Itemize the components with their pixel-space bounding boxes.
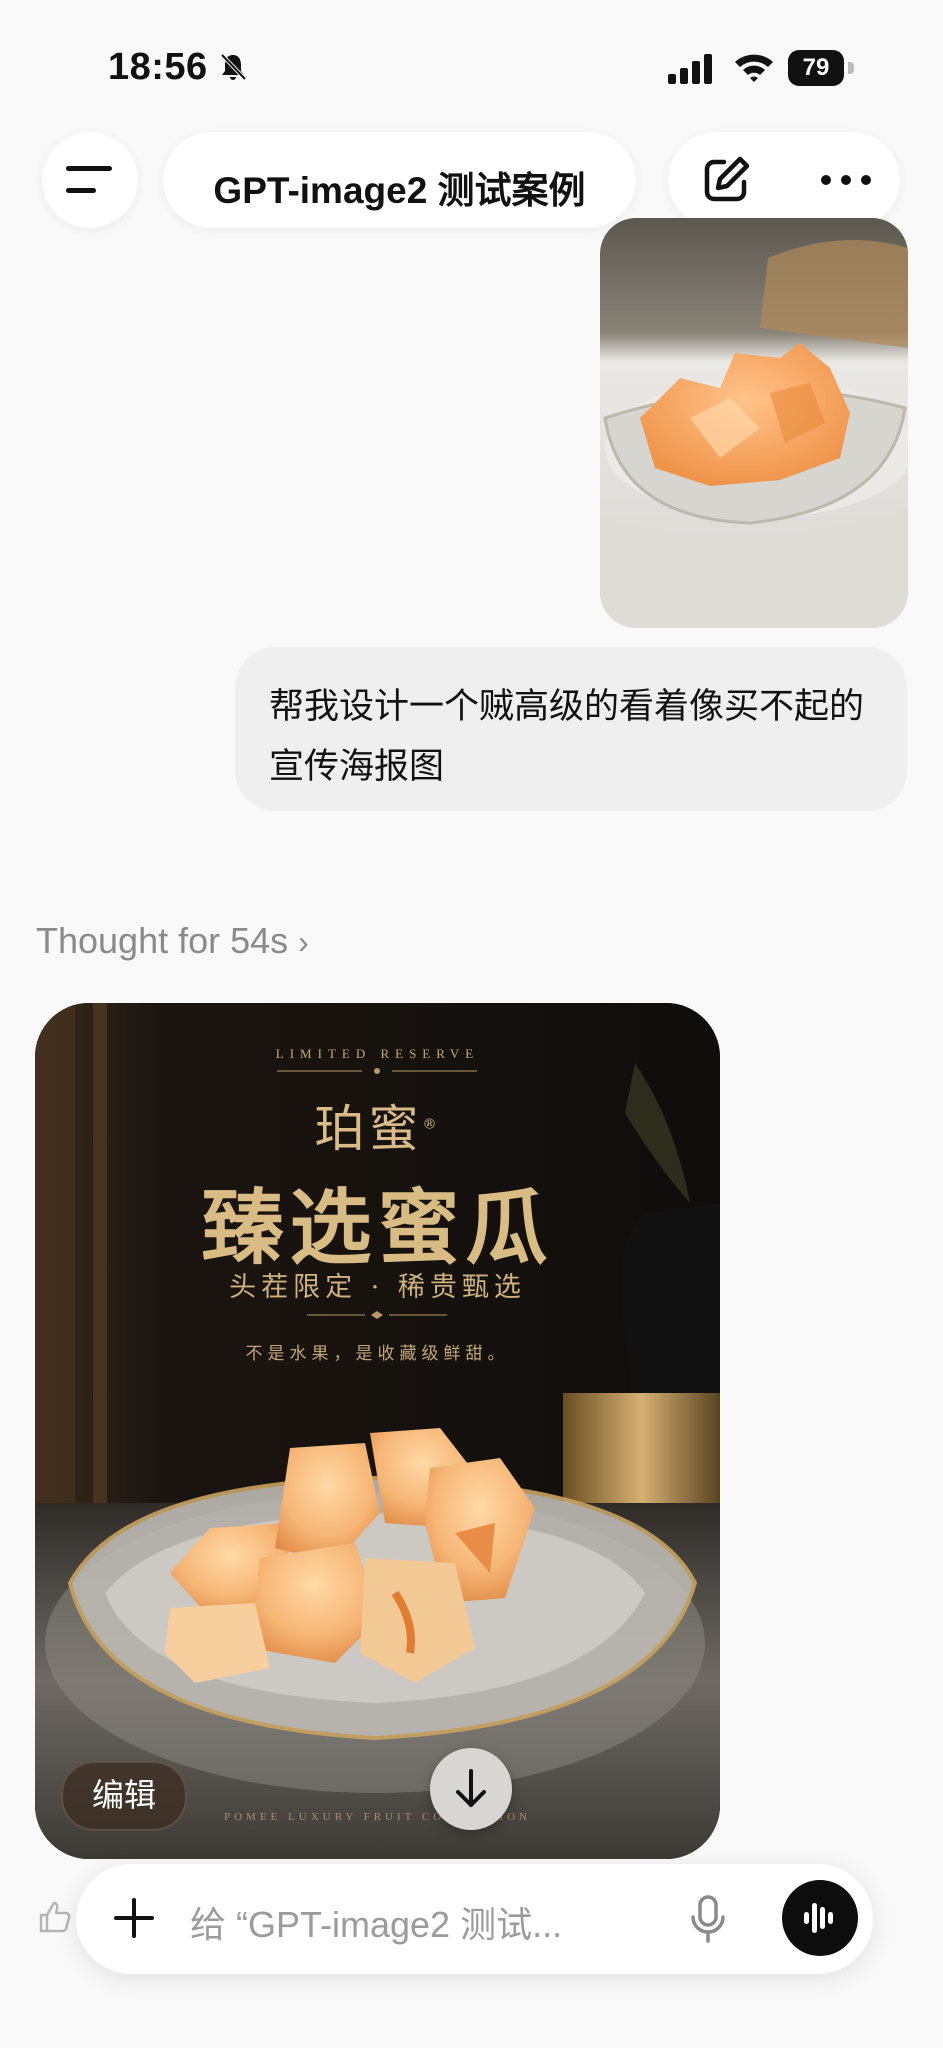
user-message-bubble: 帮我设计一个贼高级的看着像买不起的宣传海报图 xyxy=(235,647,907,811)
poster-limited-text: LIMITED RESERVE xyxy=(275,1046,480,1061)
mic-icon[interactable] xyxy=(688,1894,728,1944)
generated-poster-image[interactable]: LIMITED RESERVE 珀蜜® 臻选蜜瓜 头茬限定 · 稀贵甄选 不是水… xyxy=(35,1003,720,1859)
voice-wave-icon xyxy=(804,1903,833,1933)
thought-toggle[interactable]: Thought for 54s › xyxy=(36,920,309,962)
edit-icon[interactable] xyxy=(700,154,752,206)
battery-icon: 79 xyxy=(788,50,854,86)
bell-off-icon xyxy=(220,53,247,81)
more-icon[interactable] xyxy=(820,170,872,190)
arrow-down-icon xyxy=(456,1769,486,1807)
poster-brand: 珀蜜® xyxy=(314,1100,441,1158)
edit-image-button[interactable]: 编辑 xyxy=(61,1761,187,1831)
conversation-title-button[interactable]: GPT-image2 测试案例 xyxy=(163,132,636,228)
wifi-icon xyxy=(735,54,773,82)
thumbs-up-icon[interactable] xyxy=(38,1900,72,1934)
user-uploaded-image[interactable] xyxy=(600,218,908,628)
composer-placeholder[interactable]: 给 “GPT-image2 测试... xyxy=(190,1896,562,1948)
thought-label: Thought for 54s xyxy=(36,920,289,961)
poster-ornament-mid xyxy=(307,1311,447,1319)
status-time: 18:56 xyxy=(108,46,208,88)
user-message-text: 帮我设计一个贼高级的看着像买不起的宣传海报图 xyxy=(269,687,865,786)
status-bar: 18:56 79 xyxy=(0,0,943,120)
menu-button[interactable] xyxy=(42,132,138,228)
chevron-right-icon: › xyxy=(298,924,309,960)
battery-level: 79 xyxy=(788,50,844,86)
signal-icon xyxy=(668,54,712,84)
message-composer[interactable]: 给 “GPT-image2 测试... xyxy=(76,1864,873,1974)
poster-title: 臻选蜜瓜 xyxy=(201,1180,554,1276)
menu-icon xyxy=(66,166,112,193)
header-actions xyxy=(668,132,900,228)
voice-mode-button[interactable] xyxy=(782,1880,858,1956)
poster-subtitle: 头茬限定 · 稀贵甄选 xyxy=(229,1272,526,1303)
poster-ornament-top xyxy=(277,1068,477,1074)
scroll-down-button[interactable] xyxy=(430,1748,512,1830)
conversation-title: GPT-image2 测试案例 xyxy=(213,170,586,211)
plus-icon[interactable] xyxy=(110,1894,158,1942)
poster-slogan: 不是水果，是收藏级鲜甜。 xyxy=(245,1344,510,1364)
